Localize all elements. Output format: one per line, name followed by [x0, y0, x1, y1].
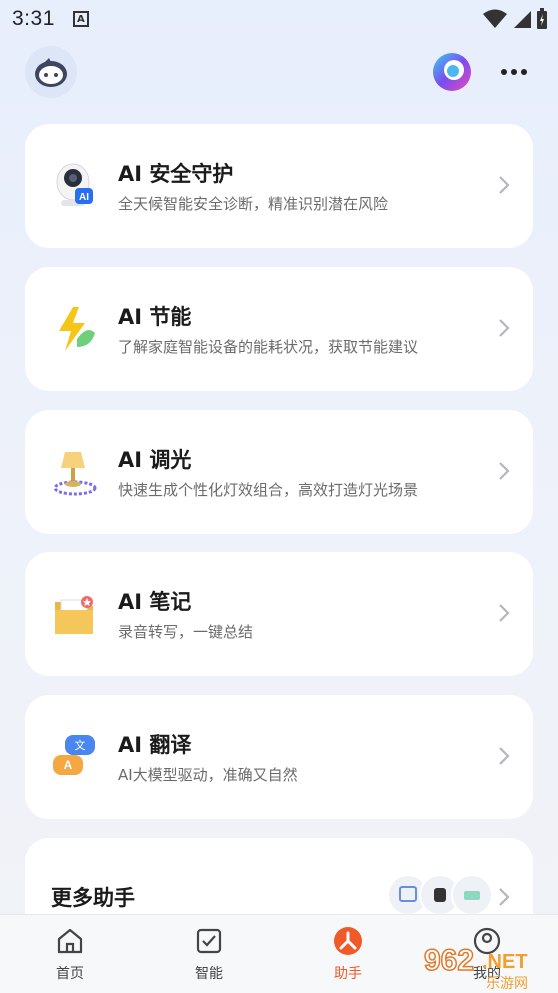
card-description: AI大模型驱动，准确又自然	[118, 766, 298, 784]
lamp-light-icon	[51, 446, 99, 498]
tab-label: 智能	[195, 966, 223, 982]
svg-text:文: 文	[75, 738, 86, 752]
assistant-icon	[334, 927, 362, 955]
card-ai-energy[interactable]: AI 节能 了解家庭智能设备的能耗状况，获取节能建议	[25, 267, 533, 391]
assistant-thumbnails	[387, 874, 493, 916]
card-title: AI 安全守护	[118, 162, 234, 186]
header-bar	[0, 44, 558, 100]
note-folder-icon	[51, 588, 99, 640]
more-assistants-title: 更多助手	[51, 886, 135, 910]
card-description: 录音转写，一键总结	[118, 623, 254, 641]
card-description: 全天候智能安全诊断，精准识别潜在风险	[118, 195, 389, 213]
card-ai-lighting[interactable]: AI 调光 快速生成个性化灯效组合，高效打造灯光场景	[25, 410, 533, 534]
svg-text:AI: AI	[79, 192, 89, 203]
card-title: AI 翻译	[118, 733, 192, 757]
battery-icon	[537, 8, 547, 29]
card-description: 了解家庭智能设备的能耗状况，获取节能建议	[118, 338, 419, 356]
energy-bolt-icon	[51, 303, 99, 355]
chevron-right-icon	[499, 604, 510, 622]
chevron-right-icon	[499, 319, 510, 337]
status-time: 3:31	[12, 7, 55, 30]
check-square-icon	[196, 928, 222, 954]
chevron-right-icon	[499, 176, 510, 194]
chevron-right-icon	[499, 462, 510, 480]
card-ai-security[interactable]: AI AI 安全守护 全天候智能安全诊断，精准识别潜在风险	[25, 124, 533, 248]
tab-smart[interactable]: 智能	[169, 925, 249, 987]
card-description: 快速生成个性化灯效组合，高效打造灯光场景	[118, 481, 419, 499]
card-title: AI 调光	[118, 448, 192, 472]
card-title: AI 节能	[118, 305, 192, 329]
security-camera-icon: AI	[51, 160, 99, 212]
site-watermark: 962 .NET 乐游网	[420, 940, 558, 993]
status-bar: 3:31 A	[0, 0, 558, 38]
home-icon	[57, 928, 83, 954]
chevron-right-icon	[499, 747, 510, 765]
tab-label: 助手	[334, 966, 362, 982]
notification-icon: A	[72, 11, 89, 27]
svg-text:.NET: .NET	[482, 951, 528, 973]
card-ai-notes[interactable]: AI 笔记 录音转写，一键总结	[25, 552, 533, 676]
card-title: AI 笔记	[118, 590, 192, 614]
wifi-icon	[483, 9, 507, 28]
status-icons	[482, 8, 548, 30]
signal-icon	[514, 11, 531, 28]
tab-assistant[interactable]: 助手	[308, 925, 388, 987]
translate-bubble-icon: 文 A	[51, 731, 99, 783]
device-thumbnail-icon	[451, 874, 493, 916]
svg-text:A: A	[64, 758, 73, 772]
assistant-logo-icon[interactable]	[432, 52, 472, 92]
more-dots-icon[interactable]	[496, 56, 532, 88]
svg-text:乐游网: 乐游网	[486, 976, 528, 992]
svg-text:962: 962	[424, 944, 474, 977]
tab-label: 首页	[56, 966, 84, 982]
chevron-right-icon	[499, 888, 510, 906]
robot-avatar-icon[interactable]	[25, 46, 77, 98]
card-ai-translate[interactable]: 文 A AI 翻译 AI大模型驱动，准确又自然	[25, 695, 533, 819]
tab-home[interactable]: 首页	[30, 925, 110, 987]
